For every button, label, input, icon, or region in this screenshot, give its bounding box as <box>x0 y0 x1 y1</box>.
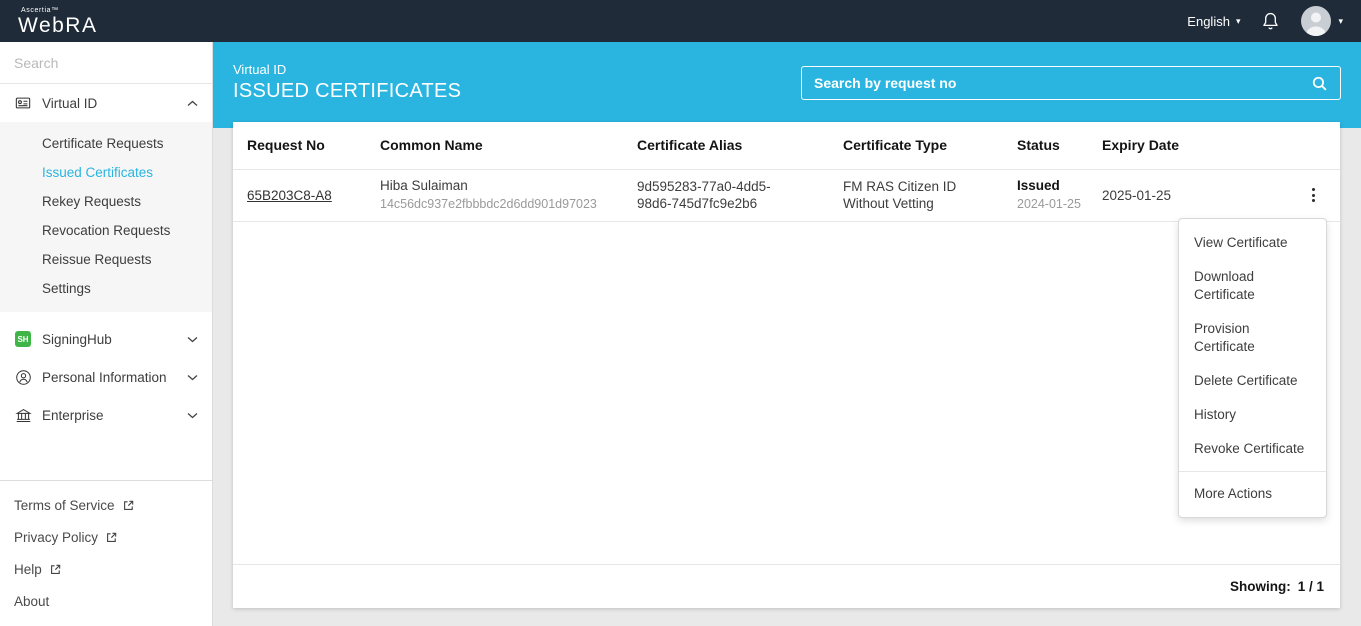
common-name-id: 14c56dc937e2fbbbdc2d6dd901d97023 <box>380 196 623 213</box>
footer-link-privacy-policy[interactable]: Privacy Policy <box>14 521 198 553</box>
footer-link-terms-of-service[interactable]: Terms of Service <box>14 489 198 521</box>
bank-icon <box>14 407 32 424</box>
column-header-common-name: Common Name <box>380 137 637 154</box>
expiry-date: 2025-01-25 <box>1102 187 1287 204</box>
user-menu-button[interactable]: ▾ <box>1301 6 1343 36</box>
table-row: 65B203C8-A8 Hiba Sulaiman 14c56dc937e2fb… <box>233 170 1340 222</box>
menu-item-history[interactable]: History <box>1179 398 1326 432</box>
language-label: English <box>1187 14 1230 29</box>
sidebar-item-label: SigningHub <box>42 332 177 347</box>
sidebar-item-signinghub[interactable]: SH SigningHub <box>0 320 212 358</box>
row-actions-button[interactable] <box>1301 182 1327 208</box>
page-title: ISSUED CERTIFICATES <box>233 80 461 103</box>
sidebar-item-label: Virtual ID <box>42 96 177 111</box>
menu-divider <box>1179 471 1326 472</box>
caret-down-icon: ▾ <box>1338 17 1343 26</box>
column-header-certificate-type: Certificate Type <box>843 137 1017 154</box>
brand-product: WebRA <box>18 15 97 36</box>
sidebar-footer: Terms of Service Privacy Policy Help Abo… <box>0 480 212 625</box>
menu-item-revoke-certificate[interactable]: Revoke Certificate <box>1179 432 1326 466</box>
sidebar-search <box>0 42 212 84</box>
external-link-icon <box>105 531 118 544</box>
caret-down-icon: ▾ <box>1236 17 1241 26</box>
sidebar: Virtual ID Certificate Requests Issued C… <box>0 42 213 626</box>
topbar: Ascertia™ WebRA English ▾ ▾ <box>0 0 1361 42</box>
menu-item-view-certificate[interactable]: View Certificate <box>1179 226 1326 260</box>
certificate-alias: 9d595283-77a0-4dd5-98d6-745d7fc9e2b6 <box>637 178 789 212</box>
request-search-input[interactable] <box>814 75 1303 91</box>
request-no-link[interactable]: 65B203C8-A8 <box>247 188 332 203</box>
external-link-icon <box>49 563 62 576</box>
footer-link-about[interactable]: About <box>14 585 198 617</box>
column-header-certificate-alias: Certificate Alias <box>637 137 843 154</box>
request-search-box <box>801 66 1341 100</box>
sidebar-item-revocation-requests[interactable]: Revocation Requests <box>0 216 212 245</box>
brand-company: Ascertia™ <box>21 7 97 14</box>
virtual-id-submenu: Certificate Requests Issued Certificates… <box>0 122 212 312</box>
person-icon <box>14 369 32 386</box>
table-footer: Showing: 1 / 1 <box>233 564 1340 608</box>
column-header-expiry-date: Expiry Date <box>1102 137 1287 154</box>
notifications-button[interactable] <box>1260 10 1281 32</box>
id-card-icon <box>14 95 32 111</box>
breadcrumb: Virtual ID <box>233 62 461 77</box>
sidebar-item-virtual-id[interactable]: Virtual ID <box>0 84 212 122</box>
chevron-down-icon <box>187 412 198 419</box>
external-link-icon <box>122 499 135 512</box>
sidebar-item-certificate-requests[interactable]: Certificate Requests <box>0 129 212 158</box>
app-logo[interactable]: Ascertia™ WebRA <box>18 7 97 36</box>
showing-label: Showing: <box>1230 579 1291 594</box>
bell-icon <box>1260 10 1281 32</box>
main-content: Virtual ID ISSUED CERTIFICATES Request N… <box>213 42 1361 626</box>
column-header-request-no: Request No <box>247 137 380 154</box>
column-header-status: Status <box>1017 137 1102 154</box>
signinghub-badge-icon: SH <box>14 331 32 347</box>
menu-item-delete-certificate[interactable]: Delete Certificate <box>1179 364 1326 398</box>
page-header-titles: Virtual ID ISSUED CERTIFICATES <box>233 62 461 103</box>
sidebar-item-personal-information[interactable]: Personal Information <box>0 358 212 396</box>
sidebar-item-reissue-requests[interactable]: Reissue Requests <box>0 245 212 274</box>
footer-link-help[interactable]: Help <box>14 553 198 585</box>
search-icon[interactable] <box>1311 75 1328 92</box>
sidebar-search-input[interactable] <box>14 55 195 71</box>
chevron-up-icon <box>187 100 198 107</box>
menu-item-provision-certificate[interactable]: Provision Certificate <box>1179 312 1326 364</box>
avatar <box>1301 6 1331 36</box>
row-actions-menu: View Certificate Download Certificate Pr… <box>1178 218 1327 518</box>
sidebar-item-rekey-requests[interactable]: Rekey Requests <box>0 187 212 216</box>
sidebar-item-enterprise[interactable]: Enterprise <box>0 396 212 434</box>
common-name: Hiba Sulaiman <box>380 177 623 194</box>
showing-value: 1 / 1 <box>1298 579 1324 594</box>
table-header-row: Request No Common Name Certificate Alias… <box>233 122 1340 170</box>
sidebar-item-label: Personal Information <box>42 370 177 385</box>
menu-item-more-actions[interactable]: More Actions <box>1179 477 1326 511</box>
sidebar-item-settings[interactable]: Settings <box>0 274 212 303</box>
certificate-type: FM RAS Citizen ID Without Vetting <box>843 178 1013 212</box>
sidebar-item-issued-certificates[interactable]: Issued Certificates <box>0 158 212 187</box>
language-selector[interactable]: English ▾ <box>1187 14 1240 29</box>
kebab-icon <box>1312 188 1315 191</box>
menu-item-download-certificate[interactable]: Download Certificate <box>1179 260 1326 312</box>
page-header-band: Virtual ID ISSUED CERTIFICATES <box>213 42 1361 128</box>
status-badge: Issued <box>1017 177 1088 194</box>
topbar-actions: English ▾ ▾ <box>1187 6 1343 36</box>
sidebar-item-label: Enterprise <box>42 408 177 423</box>
status-date: 2024-01-25 <box>1017 196 1088 213</box>
chevron-down-icon <box>187 374 198 381</box>
issued-certificates-card: Request No Common Name Certificate Alias… <box>233 122 1340 608</box>
chevron-down-icon <box>187 336 198 343</box>
